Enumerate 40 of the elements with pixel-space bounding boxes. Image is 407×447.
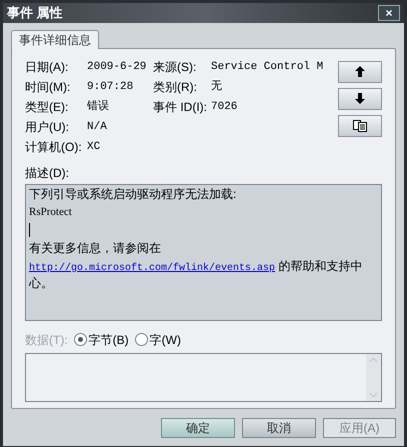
description-label: 描述(D):	[25, 164, 70, 182]
field-value: 7026	[211, 100, 238, 115]
field-value: Service Control M	[211, 60, 324, 75]
close-button[interactable]: ×	[378, 4, 400, 21]
copy-button[interactable]	[338, 114, 382, 136]
field-label: 事件 ID(I):	[153, 99, 208, 116]
field-label: 时间(M):	[25, 79, 72, 96]
scrollbar[interactable]	[366, 354, 381, 400]
scroll-down-icon	[370, 392, 377, 396]
field-value: 2009-6-29	[87, 60, 148, 75]
description-text: 有关更多信息，请参阅在	[29, 240, 162, 256]
link[interactable]: http://go.microsoft.com/fwlink/events.asp	[29, 262, 276, 274]
field-value: N/A	[87, 120, 108, 135]
description-text: 下列引导或系统启动驱动程序无法加载:	[29, 186, 238, 202]
description-text: http://go.microsoft.com/fwlink/events.asp 的帮助和支持中心。	[29, 258, 364, 290]
scroll-up-icon	[370, 358, 377, 362]
field-value: 错误	[87, 99, 110, 115]
dialog-button[interactable]: 确定	[161, 418, 235, 438]
field-label: 类别(R):	[153, 79, 198, 96]
arrow-up-icon	[355, 66, 365, 77]
dialog-button[interactable]: 取消	[242, 418, 316, 438]
arrow-down-icon	[355, 93, 365, 104]
window-title: 事件 属性	[7, 4, 63, 22]
text-cursor	[29, 222, 30, 236]
previous-button[interactable]	[338, 60, 382, 82]
data-label: 数据(T):	[25, 332, 68, 348]
copy-icon	[353, 120, 367, 132]
tab[interactable]: 事件详细信息	[11, 30, 99, 48]
field-label: 来源(S):	[153, 59, 198, 76]
field-value: 9:07:28	[87, 80, 134, 95]
description-text: RsProtect	[29, 204, 73, 220]
radio-label: 字(W)	[150, 332, 181, 348]
field-value: XC	[87, 140, 102, 155]
field-label: 日期(A):	[25, 59, 70, 76]
field-label: 用户(U):	[25, 119, 70, 136]
field-value: 无	[211, 80, 222, 95]
field-label: 类型(E):	[25, 99, 70, 116]
next-button[interactable]	[338, 88, 382, 110]
field-label: 计算机(O):	[25, 139, 83, 156]
radio-label: 字节(B)	[88, 332, 129, 348]
